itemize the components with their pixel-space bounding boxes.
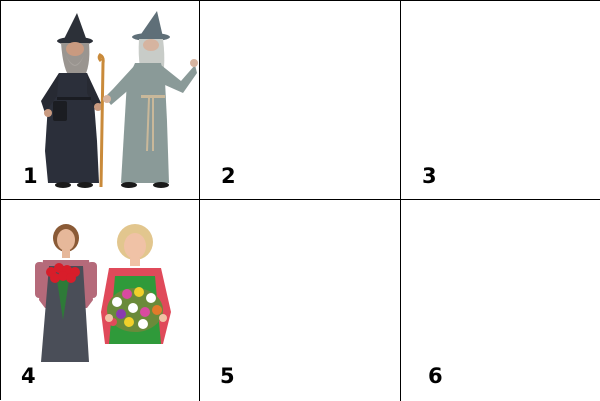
panel-grid: 1 2 3 4 5 6 [0,0,600,401]
panel-number: 1 [23,164,38,188]
panel-3[interactable]: 3 [401,1,600,200]
florist-with-bouquet-figure [101,224,171,344]
wizard-staff [97,53,105,188]
panel-number: 4 [21,364,36,388]
florist-with-roses-figure [35,224,97,362]
grey-wizard-figure [103,11,198,188]
panel-number: 2 [221,164,236,188]
panel-4[interactable]: 4 [1,200,200,401]
panel-1[interactable]: 1 [1,1,200,200]
dark-wizard-figure [41,13,102,188]
panel-number: 6 [428,364,443,388]
panel-6[interactable]: 6 [401,200,600,401]
panel-5[interactable]: 5 [200,200,401,401]
panel-number: 5 [220,364,235,388]
panel-number: 3 [422,164,437,188]
panel-2[interactable]: 2 [200,1,401,200]
